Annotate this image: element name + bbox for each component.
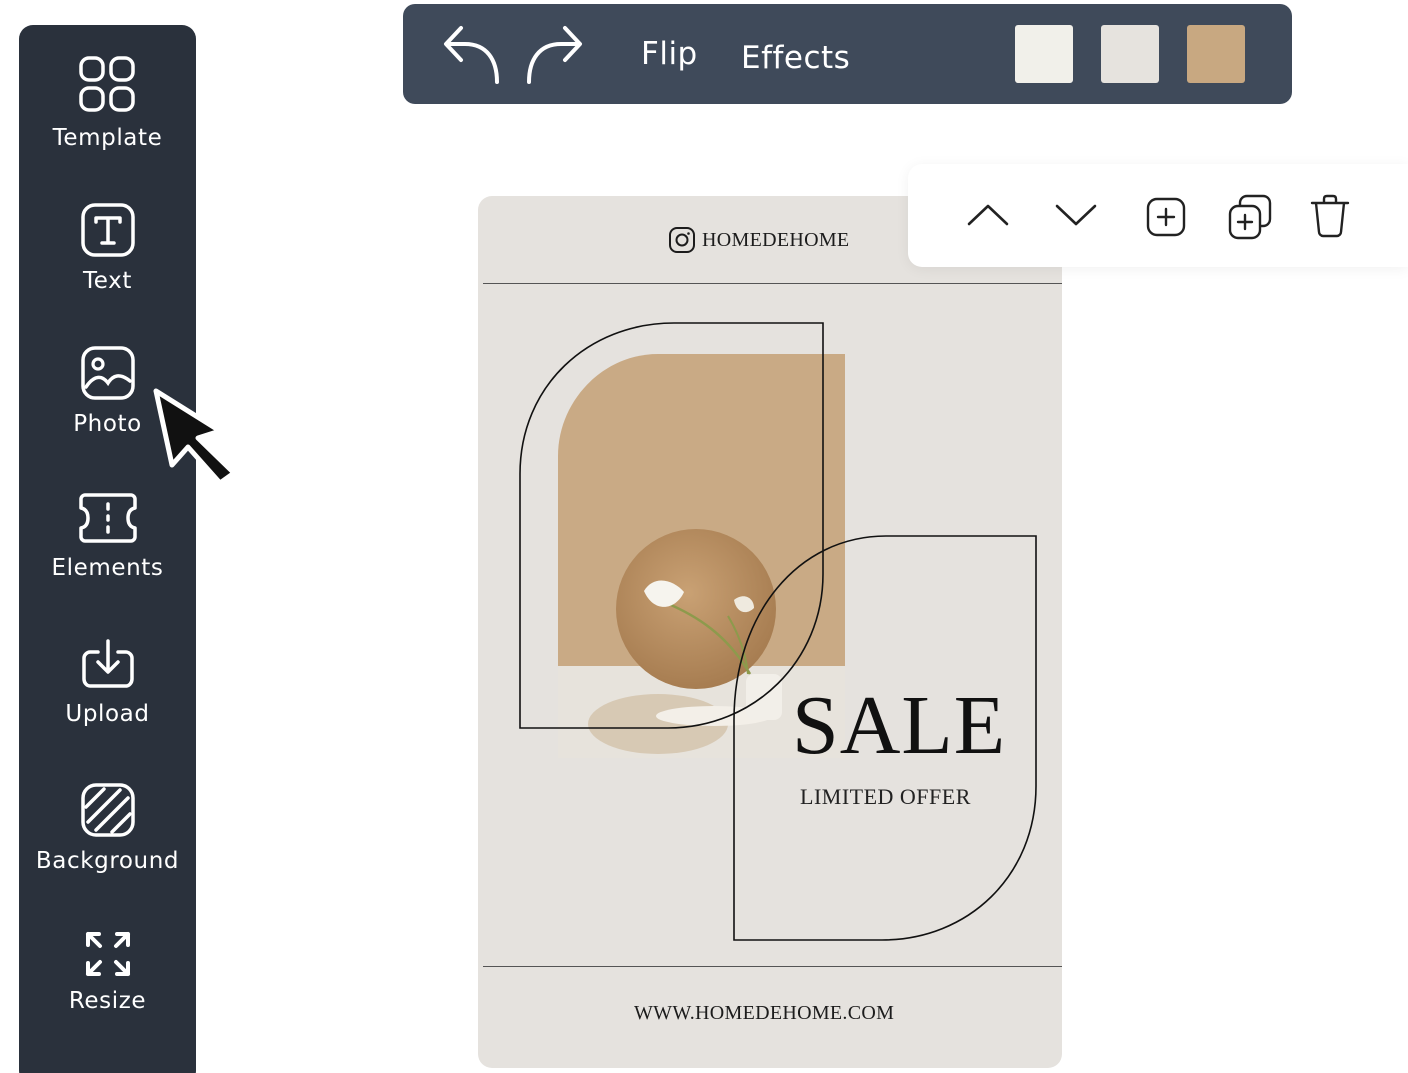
sidebar-item-template[interactable]: Template bbox=[19, 55, 196, 175]
resize-icon bbox=[85, 932, 130, 976]
sidebar-item-background[interactable]: Background bbox=[19, 782, 196, 902]
sidebar-item-resize[interactable]: Resize bbox=[19, 930, 196, 1050]
upload-icon bbox=[81, 639, 134, 688]
product-photo bbox=[519, 322, 1037, 941]
color-swatch-light-gray[interactable] bbox=[1101, 25, 1159, 83]
chevron-up-icon[interactable] bbox=[966, 202, 1010, 228]
sidebar-item-label: Resize bbox=[68, 988, 147, 1014]
instagram-icon bbox=[669, 227, 695, 253]
limited-offer-text[interactable]: LIMITED OFFER bbox=[800, 784, 971, 810]
flip-button[interactable]: Flip bbox=[641, 36, 698, 72]
left-sidebar: Template Text Photo Elements Upload Back… bbox=[19, 25, 196, 1073]
sale-headline[interactable]: SALE bbox=[792, 684, 1006, 768]
text-icon bbox=[80, 203, 135, 257]
sidebar-item-label: Upload bbox=[65, 701, 150, 727]
mouse-pointer-icon bbox=[153, 388, 237, 485]
elements-icon bbox=[78, 493, 137, 543]
chevron-down-icon[interactable] bbox=[1054, 202, 1098, 228]
undo-icon[interactable] bbox=[441, 22, 501, 86]
trash-icon[interactable] bbox=[1310, 194, 1350, 238]
top-divider bbox=[483, 283, 1062, 284]
background-icon bbox=[80, 783, 135, 837]
design-canvas[interactable]: HOMEDEHOME SALE LIMITED OFFER WWW.HOMEDE… bbox=[478, 196, 1062, 1068]
sidebar-item-label: Background bbox=[35, 848, 180, 874]
website-url[interactable]: WWW.HOMEDEHOME.COM bbox=[634, 1002, 894, 1025]
brand-handle: HOMEDEHOME bbox=[668, 226, 849, 254]
sidebar-item-text[interactable]: Text bbox=[19, 202, 196, 322]
grid-icon bbox=[78, 56, 135, 112]
add-icon[interactable] bbox=[1146, 197, 1186, 237]
sidebar-item-label: Elements bbox=[51, 555, 164, 581]
sidebar-item-label: Template bbox=[52, 125, 163, 151]
layer-toolbar bbox=[908, 164, 1408, 267]
color-swatch-cream[interactable] bbox=[1015, 25, 1073, 83]
sidebar-item-elements[interactable]: Elements bbox=[19, 491, 196, 611]
photo-icon bbox=[80, 346, 135, 400]
effects-button[interactable]: Effects bbox=[741, 40, 850, 76]
sidebar-item-label: Text bbox=[83, 268, 132, 294]
brand-name: HOMEDEHOME bbox=[702, 228, 850, 251]
sidebar-item-label: Photo bbox=[73, 411, 142, 437]
color-swatch-tan[interactable] bbox=[1187, 25, 1245, 83]
duplicate-icon[interactable] bbox=[1228, 194, 1272, 240]
top-toolbar: Flip Effects bbox=[403, 4, 1292, 104]
bottom-divider bbox=[483, 966, 1062, 967]
redo-icon[interactable] bbox=[525, 22, 585, 86]
sidebar-item-upload[interactable]: Upload bbox=[19, 637, 196, 757]
